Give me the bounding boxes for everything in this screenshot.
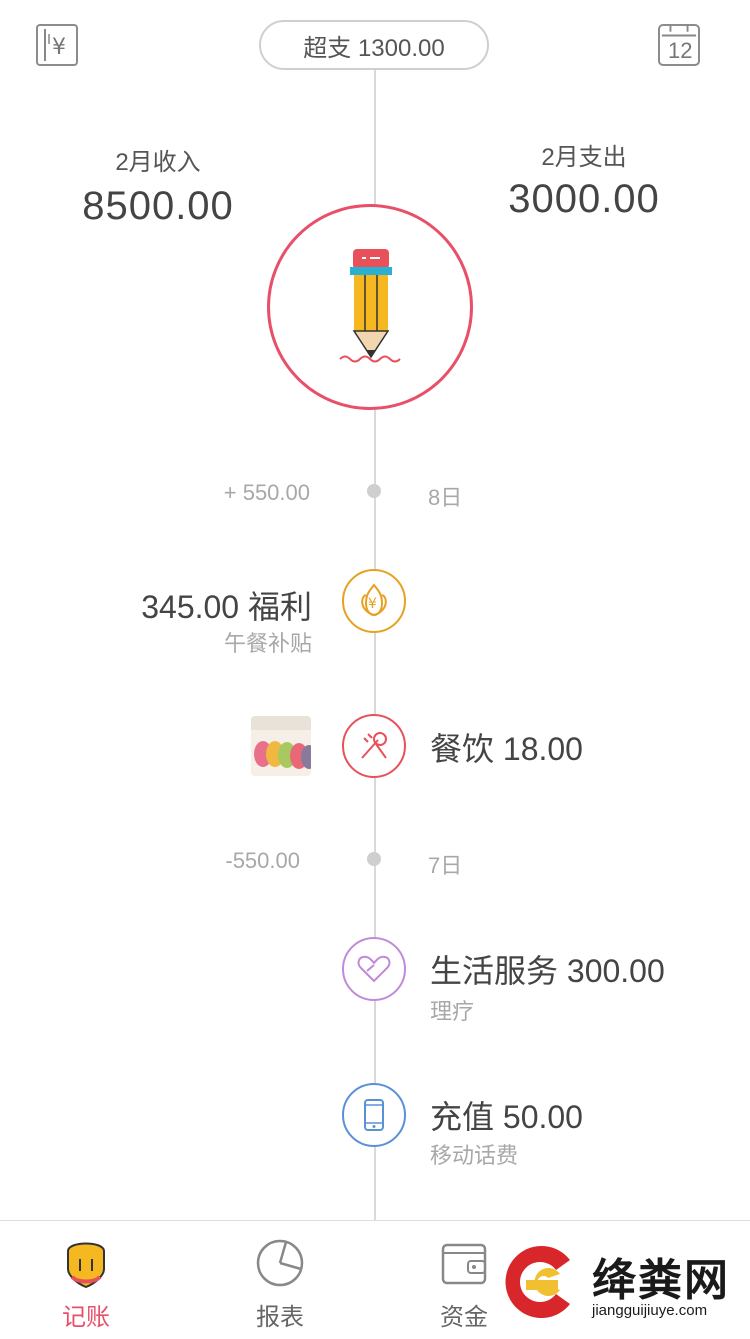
watermark-logo: 绛粪网 jiangguijiuye.com <box>500 1230 750 1334</box>
pencil-tab-icon <box>67 1242 105 1289</box>
expense-value: 3000.00 <box>508 177 660 221</box>
day-dot <box>367 852 381 866</box>
tab-label: 记账 <box>62 1304 110 1331</box>
entry-title[interactable]: 充值 50.00 <box>430 1092 583 1138</box>
ledger-yen-icon[interactable]: ¥ <box>36 24 78 66</box>
lotus-graphic: ¥ <box>361 583 387 617</box>
calendar-day: 12 <box>668 38 693 63</box>
overspend-label: 超支 1300.00 <box>303 34 445 62</box>
tab-report[interactable]: 报表 <box>220 1221 340 1335</box>
tab-record[interactable]: 记账 <box>26 1221 146 1335</box>
entry-title[interactable]: 餐饮 18.00 <box>430 724 583 770</box>
heart-graphic <box>357 955 391 983</box>
overspend-badge[interactable]: 超支 1300.00 <box>259 20 489 70</box>
watermark-url: jiangguijiuye.com <box>592 1302 708 1319</box>
wallet-icon <box>441 1243 487 1285</box>
income-label: 2月收入 <box>115 149 201 176</box>
pencil-icon <box>339 249 401 363</box>
svg-text:¥: ¥ <box>52 35 66 60</box>
pie-chart-icon <box>256 1239 304 1287</box>
entry-subtitle: 午餐补贴 <box>223 631 312 656</box>
entry-subtitle: 理疗 <box>430 999 475 1024</box>
entry-photo-thumbnail[interactable] <box>251 716 311 776</box>
fork-spoon-icon[interactable] <box>342 714 406 778</box>
yen-book-icon: ¥ <box>44 29 66 61</box>
phone-icon[interactable] <box>342 1083 406 1147</box>
record-button[interactable] <box>267 204 473 410</box>
yen-lotus-icon[interactable]: ¥ <box>342 569 406 633</box>
watermark-brand: 绛粪网 <box>592 1256 730 1305</box>
income-value: 8500.00 <box>82 184 234 228</box>
day-label: 8日 <box>428 485 463 510</box>
day-dot <box>367 484 381 498</box>
tab-label: 报表 <box>256 1304 304 1331</box>
macaron-photo <box>251 716 311 776</box>
entry-title[interactable]: 345.00 福利 <box>80 582 312 628</box>
day-amount: -550.00 <box>225 848 300 873</box>
svg-text:¥: ¥ <box>368 596 377 612</box>
expense-label: 2月支出 <box>541 144 627 171</box>
entry-title[interactable]: 生活服务 300.00 <box>430 946 665 992</box>
entry-subtitle: 移动话费 <box>430 1143 519 1168</box>
fork-spoon-graphic <box>361 732 387 759</box>
day-amount: + 550.00 <box>223 480 310 505</box>
day-label: 7日 <box>428 853 463 878</box>
calendar-icon[interactable]: 12 <box>658 24 700 66</box>
heart-icon[interactable] <box>342 937 406 1001</box>
phone-graphic <box>364 1099 384 1131</box>
